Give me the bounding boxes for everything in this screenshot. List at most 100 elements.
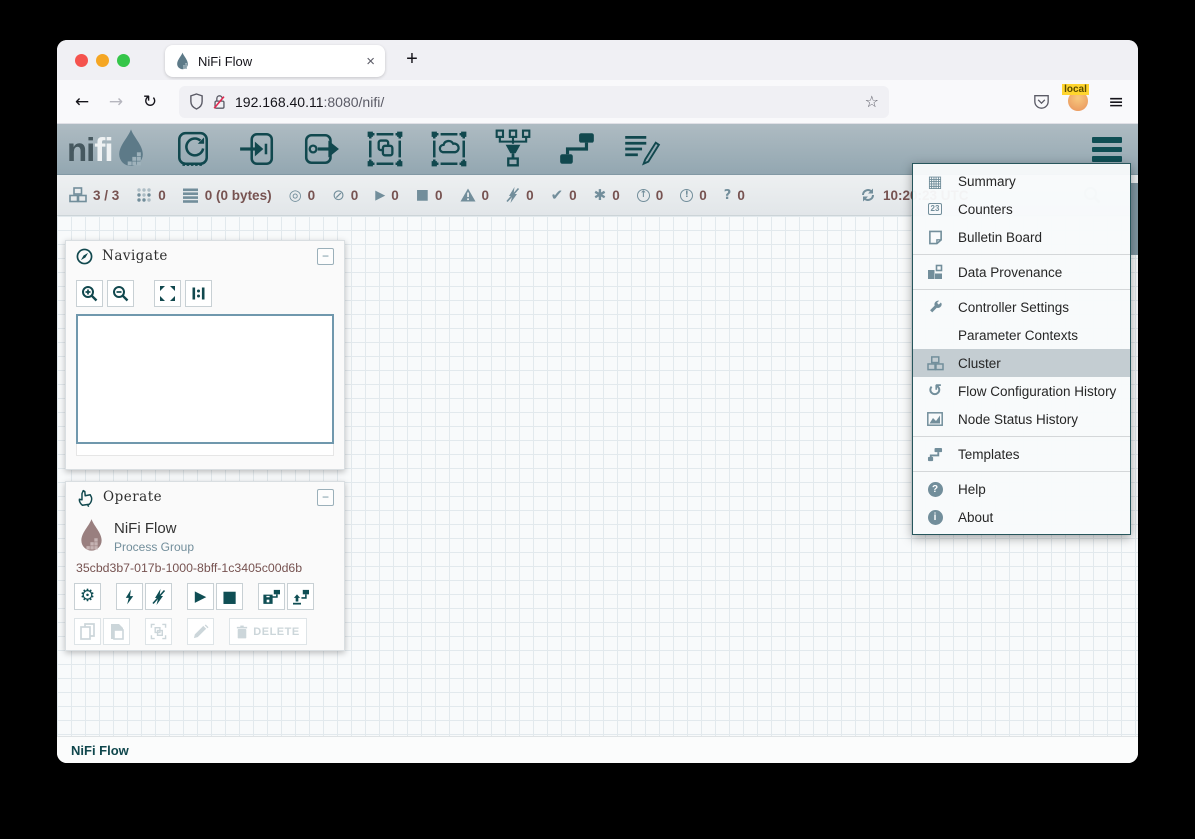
firefox-menu-icon[interactable]: ≡ <box>1108 91 1124 113</box>
copy-button[interactable] <box>74 618 101 645</box>
window-controls <box>75 54 130 67</box>
operate-panel: Operate − NiFi Flow Process Group 35cbd3… <box>65 481 345 651</box>
delete-button[interactable]: DELETE <box>229 618 307 645</box>
threads-icon <box>136 187 152 203</box>
counters-icon: 23 <box>925 203 945 215</box>
zoom-out-button[interactable] <box>107 280 134 307</box>
input-port-component[interactable] <box>237 129 277 169</box>
template-component[interactable] <box>557 129 597 169</box>
menu-section-provenance: Data Provenance <box>913 255 1130 289</box>
transmitting-status: ◎ 0 <box>289 188 316 203</box>
breadcrumb-bar: NiFi Flow <box>57 736 1138 763</box>
disabled-count: 0 <box>526 188 534 203</box>
operate-collapse-button[interactable]: − <box>317 489 334 506</box>
not-transmitting-icon: ⊘ <box>332 188 345 203</box>
shield-icon[interactable] <box>189 93 204 110</box>
operate-header: Operate − <box>66 482 344 512</box>
enable-button[interactable] <box>116 583 143 610</box>
menu-item-cluster[interactable]: Cluster <box>913 349 1130 377</box>
nav-right-icons: local ≡ <box>1033 91 1124 113</box>
sync-failure-icon: ? <box>724 189 732 202</box>
bolt-icon <box>123 589 136 605</box>
menu-item-about[interactable]: i About <box>913 503 1130 531</box>
group-button[interactable] <box>145 618 172 645</box>
remote-process-group-component[interactable] <box>429 129 469 169</box>
reload-icon[interactable]: ↻ <box>133 92 167 112</box>
menu-item-parameter-contexts[interactable]: Parameter Contexts <box>913 321 1130 349</box>
component-toolbar <box>173 129 661 169</box>
save-template-button[interactable] <box>258 583 285 610</box>
queued-count: 0 (0 bytes) <box>205 188 272 203</box>
birdseye-scroll-strip[interactable] <box>76 444 334 456</box>
bookmark-star-icon[interactable]: ☆ <box>865 92 879 111</box>
tab-nifi-flow[interactable]: NiFi Flow × <box>165 45 385 77</box>
label-component[interactable] <box>621 129 661 169</box>
locally-modified-stale-count: 0 <box>699 188 707 203</box>
trash-icon <box>236 625 248 639</box>
cluster-status: 3 / 3 <box>69 187 119 203</box>
color-button[interactable] <box>187 618 214 645</box>
forward-icon[interactable]: → <box>99 92 133 112</box>
menu-item-flow-configuration-history[interactable]: ↺ Flow Configuration History <box>913 377 1130 405</box>
stale-count: 0 <box>656 188 664 203</box>
birdseye-view[interactable] <box>76 314 334 444</box>
pocket-icon[interactable] <box>1033 94 1050 109</box>
tab-title: NiFi Flow <box>198 54 366 69</box>
queued-status: 0 (0 bytes) <box>183 188 272 203</box>
nifi-logo: nifi <box>67 128 147 170</box>
invalid-count: 0 <box>482 188 490 203</box>
selected-component: NiFi Flow Process Group <box>78 518 344 554</box>
paste-icon <box>109 623 125 640</box>
zoom-window-button[interactable] <box>117 54 130 67</box>
process-group-component[interactable] <box>365 129 405 169</box>
output-port-component[interactable] <box>301 129 341 169</box>
menu-item-node-status-history[interactable]: Node Status History <box>913 405 1130 433</box>
locally-modified-icon: ✱ <box>594 188 607 203</box>
zoom-in-button[interactable] <box>76 280 103 307</box>
save-template-icon <box>263 589 281 605</box>
new-tab-button[interactable]: + <box>399 48 425 71</box>
processor-component[interactable] <box>173 129 213 169</box>
menu-item-templates[interactable]: Templates <box>913 440 1130 468</box>
upload-template-button[interactable] <box>287 583 314 610</box>
url-text[interactable]: 192.168.40.11:8080/nifi/ <box>235 94 865 110</box>
menu-item-data-provenance[interactable]: Data Provenance <box>913 258 1130 286</box>
zoom-actual-size-button[interactable] <box>185 280 212 307</box>
zoom-fit-button[interactable] <box>154 280 181 307</box>
menu-item-bulletin-board[interactable]: Bulletin Board <box>913 223 1130 251</box>
nifi-global-menu-button[interactable] <box>1092 137 1122 162</box>
data-provenance-icon <box>925 264 945 280</box>
start-button[interactable]: ▶ <box>187 583 214 610</box>
profile-avatar[interactable]: local <box>1068 91 1090 113</box>
breadcrumb-current[interactable]: NiFi Flow <box>71 743 129 758</box>
disable-button[interactable] <box>145 583 172 610</box>
paste-button[interactable] <box>103 618 130 645</box>
url-bar[interactable]: 192.168.40.11:8080/nifi/ ☆ <box>179 86 889 118</box>
cluster-icon <box>69 187 87 203</box>
menu-item-summary[interactable]: ▦ Summary <box>913 167 1130 195</box>
wrench-icon <box>925 300 945 315</box>
configure-button[interactable]: ⚙ <box>74 583 101 610</box>
locally-modified-count: 0 <box>612 188 620 203</box>
navigate-header: Navigate − <box>66 241 344 271</box>
menu-item-controller-settings[interactable]: Controller Settings <box>913 293 1130 321</box>
queue-icon <box>183 188 199 203</box>
refresh-icon[interactable] <box>860 187 876 203</box>
selected-flow-type: Process Group <box>114 540 194 554</box>
right-edge-scrollbar[interactable] <box>1131 183 1138 255</box>
back-icon[interactable]: ← <box>65 92 99 112</box>
stop-button[interactable]: ■ <box>216 583 243 610</box>
nifi-favicon <box>175 52 190 71</box>
up-to-date-status: ✔ 0 <box>551 188 577 203</box>
menu-section-templates: Templates <box>913 437 1130 471</box>
funnel-component[interactable] <box>493 129 533 169</box>
insecure-lock-icon[interactable] <box>212 94 227 110</box>
menu-item-help[interactable]: ? Help <box>913 475 1130 503</box>
menu-item-counters[interactable]: 23 Counters <box>913 195 1130 223</box>
minimize-window-button[interactable] <box>96 54 109 67</box>
bolt-slash-icon <box>152 589 166 605</box>
navigate-collapse-button[interactable]: − <box>317 248 334 265</box>
tab-close-icon[interactable]: × <box>366 53 375 70</box>
node-status-history-icon <box>925 412 945 426</box>
close-window-button[interactable] <box>75 54 88 67</box>
